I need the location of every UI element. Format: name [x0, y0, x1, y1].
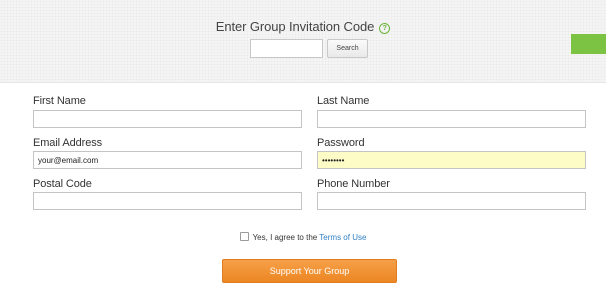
- terms-agreement-row: Yes, I agree to the Terms of Use: [0, 232, 606, 242]
- first-name-label: First Name: [33, 95, 86, 107]
- terms-checkbox[interactable]: [239, 232, 249, 241]
- invitation-title-row: Enter Group Invitation Code?: [0, 19, 606, 34]
- terms-agreement-text: Yes, I agree to the: [252, 233, 320, 242]
- question-mark-circle-icon[interactable]: ?: [379, 23, 391, 34]
- green-side-tab[interactable]: [571, 34, 606, 54]
- postal-code-field[interactable]: [33, 192, 302, 210]
- support-your-group-button[interactable]: Support Your Group: [222, 259, 397, 283]
- first-name-field[interactable]: [33, 110, 302, 128]
- last-name-label: Last Name: [317, 95, 370, 107]
- email-field[interactable]: [33, 151, 302, 169]
- email-label: Email Address: [33, 137, 103, 149]
- password-label: Password: [317, 137, 365, 149]
- terms-of-use-link[interactable]: Terms of Use: [319, 233, 366, 242]
- invitation-panel: Enter Group Invitation Code? Search: [0, 0, 606, 83]
- phone-number-label: Phone Number: [317, 178, 390, 190]
- search-button[interactable]: Search: [327, 39, 368, 58]
- invitation-title: Enter Group Invitation Code: [215, 19, 375, 34]
- last-name-field[interactable]: [317, 110, 586, 128]
- postal-code-label: Postal Code: [33, 178, 92, 190]
- password-field[interactable]: [317, 151, 586, 169]
- invitation-code-input[interactable]: [250, 39, 323, 58]
- phone-number-field[interactable]: [317, 192, 586, 210]
